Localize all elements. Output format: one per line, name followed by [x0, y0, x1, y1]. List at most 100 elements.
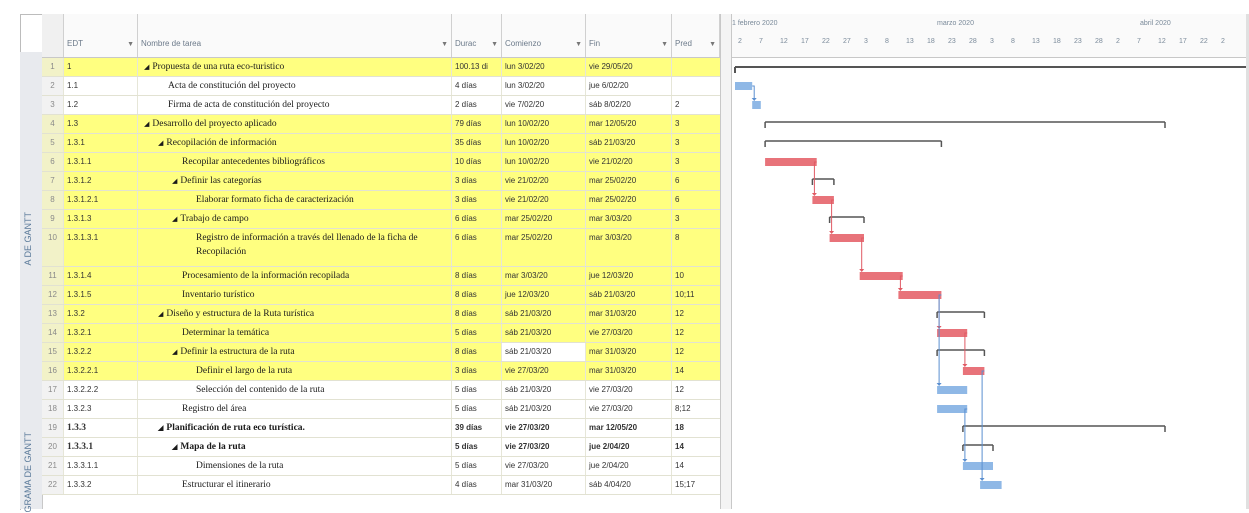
edt-cell[interactable]: 1.3.2.2 — [64, 343, 138, 361]
collapse-triangle-icon[interactable]: ◢ — [172, 177, 177, 185]
row-number[interactable]: 22 — [42, 476, 64, 494]
predecessors-cell[interactable]: 3 — [672, 115, 720, 133]
view-label-gantt-diagram[interactable]: GRAMA DE GANTT — [23, 432, 33, 513]
predecessors-cell[interactable] — [672, 58, 720, 76]
task-name-cell[interactable]: ◢ Recopilación de información — [138, 134, 452, 152]
task-bar[interactable] — [898, 291, 942, 299]
task-name-cell[interactable]: ◢ Diseño y estructura de la Ruta turístic… — [138, 305, 452, 323]
end-cell[interactable]: jue 12/03/20 — [586, 267, 672, 285]
duration-cell[interactable]: 8 días — [452, 267, 502, 285]
row-number[interactable]: 17 — [42, 381, 64, 399]
end-cell[interactable]: jue 2/04/20 — [586, 457, 672, 475]
edt-cell[interactable]: 1 — [64, 58, 138, 76]
start-cell[interactable]: lun 10/02/20 — [502, 153, 586, 171]
row-number[interactable]: 12 — [42, 286, 64, 304]
end-cell[interactable]: mar 31/03/20 — [586, 305, 672, 323]
duration-cell[interactable]: 6 días — [452, 210, 502, 228]
predecessors-cell[interactable]: 3 — [672, 153, 720, 171]
duration-cell[interactable]: 10 días — [452, 153, 502, 171]
row-number[interactable]: 18 — [42, 400, 64, 418]
end-cell[interactable]: vie 21/02/20 — [586, 153, 672, 171]
start-cell[interactable]: vie 27/03/20 — [502, 419, 586, 437]
end-cell[interactable]: vie 27/03/20 — [586, 381, 672, 399]
task-name-cell[interactable]: ◢ Propuesta de una ruta eco-turistico — [138, 58, 452, 76]
task-name-cell[interactable]: ◢ Definir las categorías — [138, 172, 452, 190]
task-bar[interactable] — [980, 481, 1002, 489]
task-name-cell[interactable]: Determinar la temática — [138, 324, 452, 342]
end-cell[interactable]: mar 3/03/20 — [586, 210, 672, 228]
collapse-triangle-icon[interactable]: ◢ — [158, 139, 163, 147]
task-row[interactable]: 9 1.3.1.3 ◢ Trabajo de campo 6 días mar 25/02… — [42, 210, 720, 229]
start-cell[interactable]: jue 12/03/20 — [502, 286, 586, 304]
end-cell[interactable]: sáb 4/04/20 — [586, 476, 672, 494]
task-bar[interactable] — [937, 329, 968, 337]
row-number[interactable]: 1 — [42, 58, 64, 76]
duration-cell[interactable]: 8 días — [452, 343, 502, 361]
predecessors-cell[interactable]: 6 — [672, 172, 720, 190]
predecessors-cell[interactable]: 2 — [672, 96, 720, 114]
start-cell[interactable]: lun 10/02/20 — [502, 115, 586, 133]
predecessors-cell[interactable]: 14 — [672, 438, 720, 456]
end-cell[interactable]: mar 25/02/20 — [586, 191, 672, 209]
task-row[interactable]: 15 1.3.2.2 ◢ Definir la estructura de la ru… — [42, 343, 720, 362]
predecessors-cell[interactable]: 14 — [672, 362, 720, 380]
duration-cell[interactable]: 3 días — [452, 172, 502, 190]
view-splitter[interactable] — [720, 14, 732, 509]
edt-cell[interactable]: 1.3.1.2.1 — [64, 191, 138, 209]
end-cell[interactable]: vie 27/03/20 — [586, 400, 672, 418]
edt-cell[interactable]: 1.3.3.1 — [64, 438, 138, 456]
predecessors-cell[interactable]: 6 — [672, 191, 720, 209]
duration-cell[interactable]: 5 días — [452, 400, 502, 418]
task-bar[interactable] — [859, 272, 903, 280]
collapse-triangle-icon[interactable]: ◢ — [144, 120, 149, 128]
duration-cell[interactable]: 6 días — [452, 229, 502, 266]
row-number[interactable]: 21 — [42, 457, 64, 475]
start-cell[interactable]: sáb 21/03/20 — [502, 381, 586, 399]
task-row[interactable]: 1 1 ◢ Propuesta de una ruta eco-turistico 10… — [42, 58, 720, 77]
start-cell[interactable]: mar 25/02/20 — [502, 210, 586, 228]
row-number[interactable]: 10 — [42, 229, 64, 266]
edt-cell[interactable]: 1.3.3.2 — [64, 476, 138, 494]
duration-cell[interactable]: 5 días — [452, 457, 502, 475]
start-cell[interactable]: mar 31/03/20 — [502, 476, 586, 494]
task-name-cell[interactable]: Procesamiento de la información recopila… — [138, 267, 452, 285]
start-cell[interactable]: mar 3/03/20 — [502, 267, 586, 285]
dropdown-arrow-icon[interactable]: ▼ — [575, 41, 582, 48]
task-bar[interactable] — [962, 367, 985, 375]
header-edt[interactable]: EDT ▼ — [64, 14, 138, 58]
task-name-cell[interactable]: Estructurar el itinerario — [138, 476, 452, 494]
task-row[interactable]: 20 1.3.3.1 ◢ Mapa de la ruta 5 días vie 27/03… — [42, 438, 720, 457]
end-cell[interactable]: sáb 21/03/20 — [586, 286, 672, 304]
task-bar[interactable] — [962, 462, 993, 470]
edt-cell[interactable]: 1.3.1.3 — [64, 210, 138, 228]
task-name-cell[interactable]: ◢ Trabajo de campo — [138, 210, 452, 228]
start-cell[interactable]: vie 7/02/20 — [502, 96, 586, 114]
collapse-triangle-icon[interactable]: ◢ — [144, 63, 149, 71]
task-bar[interactable] — [937, 405, 968, 413]
predecessors-cell[interactable]: 10 — [672, 267, 720, 285]
task-name-cell[interactable]: ◢ Planificación de ruta eco turística. — [138, 419, 452, 437]
task-name-cell[interactable]: Registro de información a través del lle… — [138, 229, 452, 266]
task-name-cell[interactable]: ◢ Desarrollo del proyecto aplicado — [138, 115, 452, 133]
predecessors-cell[interactable]: 12 — [672, 381, 720, 399]
task-bar[interactable] — [812, 196, 834, 204]
edt-cell[interactable]: 1.3.1 — [64, 134, 138, 152]
edt-cell[interactable]: 1.3.1.1 — [64, 153, 138, 171]
task-name-cell[interactable]: Firma de acta de constitución del proyec… — [138, 96, 452, 114]
end-cell[interactable]: mar 3/03/20 — [586, 229, 672, 266]
edt-cell[interactable]: 1.1 — [64, 77, 138, 95]
edt-cell[interactable]: 1.3.2.2.1 — [64, 362, 138, 380]
edt-cell[interactable]: 1.3.1.3.1 — [64, 229, 138, 266]
dropdown-arrow-icon[interactable]: ▼ — [441, 41, 448, 48]
start-cell[interactable]: vie 27/03/20 — [502, 457, 586, 475]
start-cell[interactable]: sáb 21/03/20 — [502, 343, 586, 361]
start-cell[interactable]: vie 21/02/20 — [502, 172, 586, 190]
edt-cell[interactable]: 1.3.2.1 — [64, 324, 138, 342]
row-number[interactable]: 13 — [42, 305, 64, 323]
task-row[interactable]: 17 1.3.2.2.2 Selección del contenido de la… — [42, 381, 720, 400]
predecessors-cell[interactable]: 3 — [672, 210, 720, 228]
collapse-triangle-icon[interactable]: ◢ — [172, 215, 177, 223]
predecessors-cell[interactable]: 18 — [672, 419, 720, 437]
task-row[interactable]: 19 1.3.3 ◢ Planificación de ruta eco turíst… — [42, 419, 720, 438]
dropdown-arrow-icon[interactable]: ▼ — [661, 41, 668, 48]
